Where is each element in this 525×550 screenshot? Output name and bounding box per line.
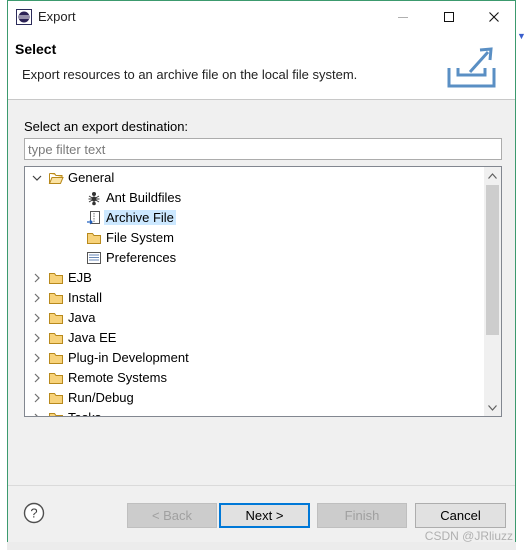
tree-item-label: File System [106, 230, 174, 245]
scrollbar-thumb[interactable] [486, 185, 499, 335]
tree-item-label: Ant Buildfiles [106, 190, 182, 205]
tree-item-label: Java [68, 310, 96, 325]
window-title: Export [38, 9, 76, 24]
tree-item[interactable]: Plug-in Development [25, 348, 483, 368]
filter-input[interactable] [24, 138, 502, 160]
bottom-strip [7, 542, 516, 550]
title-bar: Export [8, 1, 515, 33]
chevron-down-icon [488, 404, 497, 411]
tree-item-label: Java EE [68, 330, 117, 345]
folder-icon [48, 410, 64, 416]
svg-text:?: ? [30, 506, 37, 521]
vertical-scrollbar[interactable] [484, 167, 501, 416]
tree-item[interactable]: Run/Debug [25, 388, 483, 408]
chevron-right-icon[interactable] [31, 292, 43, 304]
export-wizard-icon [447, 47, 496, 88]
tree-item[interactable]: Java [25, 308, 483, 328]
tree-item[interactable]: Remote Systems [25, 368, 483, 388]
tree-item[interactable]: Install [25, 288, 483, 308]
chevron-right-icon[interactable] [31, 312, 43, 324]
scroll-up-button[interactable] [484, 167, 501, 184]
close-icon [489, 11, 499, 22]
folder-icon [48, 330, 64, 346]
destination-label: Select an export destination: [24, 119, 189, 134]
folder-icon [48, 370, 64, 386]
back-button[interactable]: < Back [127, 503, 217, 528]
chevron-up-icon [488, 172, 497, 179]
destination-tree[interactable]: General Ant Buildfiles Archive File File Sy… [24, 166, 502, 417]
edge-arrow-icon: ▼ [517, 31, 525, 41]
chevron-down-icon[interactable] [31, 172, 43, 184]
chevron-right-icon[interactable] [31, 412, 43, 416]
folder-icon [48, 350, 64, 366]
tree-item[interactable]: File System [25, 228, 483, 248]
cancel-button[interactable]: Cancel [415, 503, 506, 528]
tree-item-label: Preferences [106, 250, 177, 265]
tree-item[interactable]: EJB [25, 268, 483, 288]
tree-item[interactable]: General [25, 168, 483, 188]
archive-file-icon [86, 210, 102, 226]
tree-item[interactable]: Tasks [25, 408, 483, 416]
page-title: Select [15, 41, 57, 57]
chevron-right-icon[interactable] [31, 272, 43, 284]
preferences-icon [86, 250, 102, 266]
watermark: CSDN @JRliuzz [424, 529, 513, 543]
wizard-header: Select Export resources to an archive fi… [8, 33, 515, 100]
eclipse-app-icon [16, 9, 32, 25]
tree-item[interactable]: Ant Buildfiles [25, 188, 483, 208]
tree-item-label: EJB [68, 270, 92, 285]
folder-icon [86, 230, 102, 246]
tree-item-label: Remote Systems [68, 370, 167, 385]
next-button[interactable]: Next > [219, 503, 310, 528]
help-icon[interactable]: ? [23, 502, 45, 524]
minimize-icon [398, 16, 408, 18]
background-strip [0, 0, 7, 550]
minimize-button[interactable] [380, 1, 426, 32]
folder-icon [48, 390, 64, 406]
folder-icon [48, 270, 64, 286]
scroll-down-button[interactable] [484, 399, 501, 416]
tree-item[interactable]: Preferences [25, 248, 483, 268]
chevron-right-icon[interactable] [31, 352, 43, 364]
tree-item[interactable]: Archive File [25, 208, 483, 228]
ant-icon [86, 190, 102, 206]
maximize-button[interactable] [426, 1, 472, 32]
chevron-right-icon[interactable] [31, 392, 43, 404]
close-button[interactable] [471, 1, 517, 32]
tree-item-label: General [68, 170, 115, 185]
tree-item[interactable]: Java EE [25, 328, 483, 348]
tree-item-label: Run/Debug [68, 390, 134, 405]
finish-button[interactable]: Finish [317, 503, 407, 528]
chevron-right-icon[interactable] [31, 372, 43, 384]
folder-open-icon [48, 170, 64, 186]
page-description: Export resources to an archive file on t… [22, 67, 358, 82]
export-dialog: Export Select Export resources to an arc… [7, 0, 516, 542]
chevron-right-icon[interactable] [31, 332, 43, 344]
folder-icon [48, 290, 64, 306]
maximize-icon [444, 11, 454, 22]
folder-icon [48, 310, 64, 326]
tree-item-label: Archive File [104, 210, 176, 225]
tree-item-label: Install [68, 290, 102, 305]
tree-item-label: Plug-in Development [68, 350, 189, 365]
tree-item-label: Tasks [66, 410, 103, 416]
